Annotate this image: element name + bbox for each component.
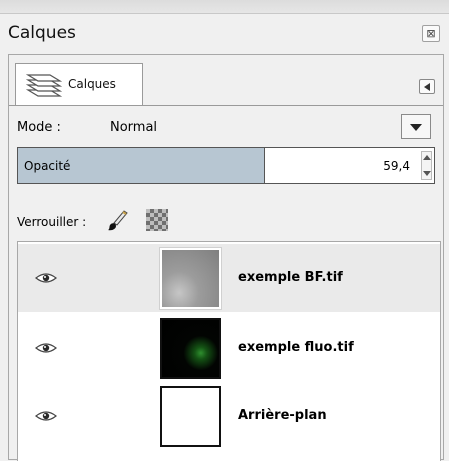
layer-name[interactable]: Arrière-plan (238, 408, 327, 423)
opacity-label: Opacité (24, 159, 71, 173)
mode-label: Mode : (17, 120, 61, 135)
tab-layers[interactable]: Calques (15, 63, 143, 105)
layer-row[interactable]: exemple fluo.tif (18, 314, 440, 382)
layers-dialog: Calques ⊠ Calques Mode : Normal Opacité (0, 14, 449, 461)
eye-icon[interactable] (35, 410, 57, 422)
mode-value[interactable]: Normal (110, 120, 157, 135)
window-title: Calques (8, 23, 76, 43)
layers-list: exemple BF.tif exemple fluo.tif Arrière-… (17, 241, 441, 461)
eye-icon[interactable] (35, 272, 57, 284)
layer-thumbnail (160, 248, 221, 309)
layer-thumbnail (160, 318, 221, 379)
top-edge-strip (0, 0, 449, 14)
close-button[interactable]: ⊠ (422, 25, 440, 42)
eye-icon[interactable] (35, 342, 57, 354)
spin-up-icon[interactable] (423, 155, 431, 160)
mode-dropdown-button[interactable] (401, 114, 431, 139)
layer-name[interactable]: exemple BF.tif (238, 270, 343, 285)
close-icon: ⊠ (426, 27, 436, 40)
tab-label: Calques (68, 77, 116, 91)
tab-divider (9, 105, 443, 106)
layer-name[interactable]: exemple fluo.tif (238, 340, 354, 355)
layer-row[interactable]: exemple BF.tif (18, 244, 440, 312)
paintbrush-icon[interactable] (106, 209, 130, 233)
panel-menu-button[interactable] (419, 79, 435, 94)
lock-label: Verrouiller : (17, 215, 87, 229)
opacity-slider[interactable]: Opacité 59,4 (17, 147, 435, 184)
layers-stack-icon (26, 74, 62, 97)
dock-panel: Calques Mode : Normal Opacité 59,4 Verro… (8, 54, 444, 461)
layer-thumbnail (160, 386, 221, 447)
opacity-spinner[interactable] (421, 151, 432, 180)
layer-row[interactable]: Arrière-plan (18, 382, 440, 450)
spin-down-icon[interactable] (423, 171, 431, 176)
opacity-value[interactable]: 59,4 (383, 159, 410, 173)
checkerboard-alpha-icon[interactable] (146, 209, 168, 231)
title-bar: Calques ⊠ (0, 14, 449, 50)
